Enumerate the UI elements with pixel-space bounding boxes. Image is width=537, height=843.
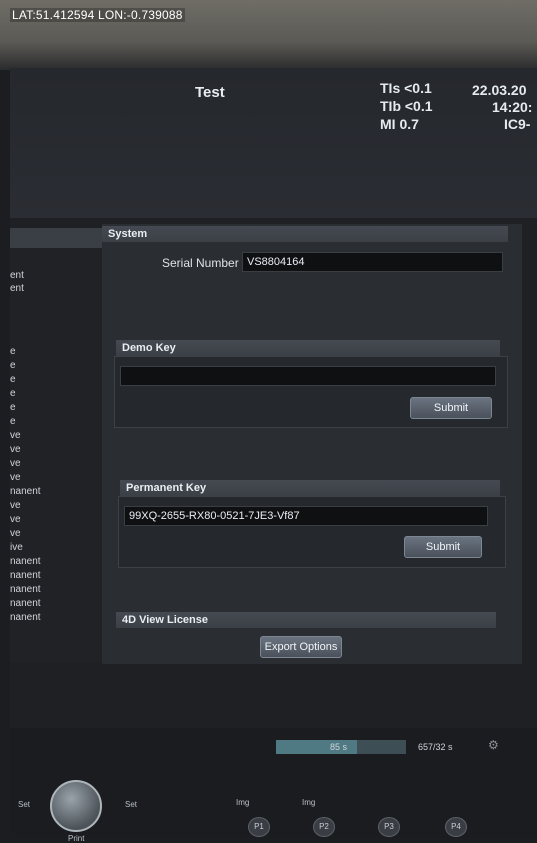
list-item[interactable]: ve — [10, 444, 21, 455]
left-panel-header — [10, 228, 108, 248]
list-item[interactable]: ve — [10, 458, 21, 469]
export-options-button[interactable]: Export Options — [260, 636, 342, 658]
list-item[interactable]: ive — [10, 542, 23, 553]
img-label-1: Img — [236, 798, 250, 807]
demo-key-input[interactable] — [120, 366, 496, 386]
p1-button[interactable]: P1 — [248, 817, 270, 837]
serial-number-label: Serial Number — [162, 256, 239, 270]
header-area: Test TIs <0.1 TIb <0.1 MI 0.7 22.03.20 1… — [10, 68, 537, 218]
progress-left-text: 85 s — [330, 742, 348, 752]
metric-tis: TIs <0.1 — [380, 80, 432, 96]
list-item[interactable]: ent — [10, 283, 24, 294]
list-item[interactable]: nanent — [10, 612, 41, 623]
left-license-list: ent ent e e e e e e ve ve ve ve nanent v… — [10, 228, 109, 662]
list-item[interactable]: e — [10, 388, 16, 399]
progress-right-text: 657/32 s — [418, 742, 453, 752]
permanent-submit-button[interactable]: Submit — [404, 536, 482, 558]
date-text: 22.03.20 — [472, 82, 527, 98]
demo-submit-button[interactable]: Submit — [410, 397, 492, 419]
gear-icon[interactable]: ⚙ — [488, 738, 499, 752]
list-item[interactable]: nanent — [10, 486, 41, 497]
system-section-header: System — [102, 226, 508, 242]
page-title: Test — [195, 84, 225, 101]
list-item[interactable]: ve — [10, 500, 21, 511]
list-item[interactable]: e — [10, 346, 16, 357]
list-item[interactable]: e — [10, 374, 16, 385]
list-item[interactable]: ent — [10, 270, 24, 281]
serial-number-field: VS8804164 — [242, 252, 503, 272]
list-item[interactable]: ve — [10, 514, 21, 525]
ultrasound-screen: Test TIs <0.1 TIb <0.1 MI 0.7 22.03.20 1… — [10, 68, 537, 843]
gps-overlay: LAT:51.412594 LON:-0.739088 — [10, 8, 185, 22]
list-item[interactable]: e — [10, 360, 16, 371]
list-item[interactable]: nanent — [10, 584, 41, 595]
metric-tib: TIb <0.1 — [380, 98, 433, 114]
list-item[interactable]: e — [10, 416, 16, 427]
demo-key-section-header: Demo Key — [116, 340, 500, 356]
time-text: 14:20: — [492, 99, 533, 115]
list-item[interactable]: ve — [10, 472, 21, 483]
trackball-knob[interactable] — [50, 780, 102, 832]
permanent-key-section-header: Permanent Key — [120, 480, 500, 496]
img-label-2: Img — [302, 798, 316, 807]
print-label: Print — [68, 834, 85, 843]
p4-button[interactable]: P4 — [445, 817, 467, 837]
license-main-panel: System Serial Number VS8804164 Demo Key … — [102, 224, 522, 664]
list-item[interactable]: ve — [10, 528, 21, 539]
set-left-label: Set — [18, 800, 31, 809]
metric-mi: MI 0.7 — [380, 116, 419, 132]
list-item[interactable]: nanent — [10, 570, 41, 581]
permanent-key-input[interactable]: 99XQ-2655-RX80-0521-7JE3-Vf87 — [124, 506, 488, 526]
list-item[interactable]: nanent — [10, 598, 41, 609]
set-right-label: Set — [125, 800, 138, 809]
bottom-control-bar: 85 s 657/32 s ⚙ Set Set Print Img Img P1… — [10, 728, 537, 843]
p2-button[interactable]: P2 — [313, 817, 335, 837]
probe-text: IC9- — [504, 116, 531, 132]
list-item[interactable]: ve — [10, 430, 21, 441]
view-license-section-header: 4D View License — [116, 612, 496, 628]
list-item[interactable]: e — [10, 402, 16, 413]
p3-button[interactable]: P3 — [378, 817, 400, 837]
list-item[interactable]: nanent — [10, 556, 41, 567]
